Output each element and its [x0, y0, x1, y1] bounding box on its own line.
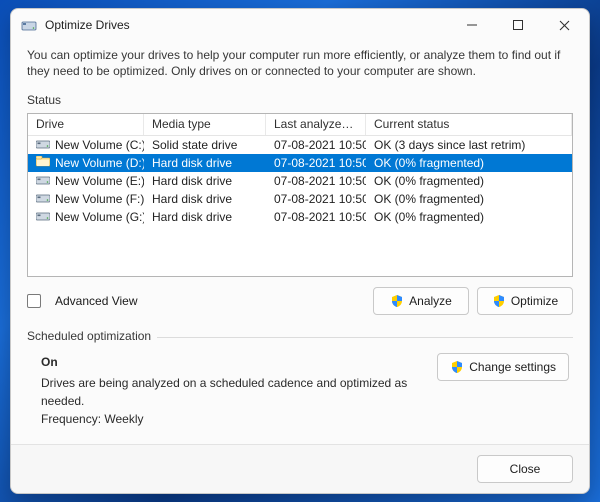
scheduled-label: Scheduled optimization: [27, 329, 157, 343]
current-status: OK (0% fragmented): [366, 210, 572, 224]
drive-name: New Volume (E:): [55, 174, 144, 188]
drive-icon: [36, 210, 55, 224]
col-header-drive[interactable]: Drive: [28, 114, 144, 135]
media-type: Hard disk drive: [144, 174, 266, 188]
last-analyzed: 07-08-2021 10:50: [266, 156, 366, 170]
drive-name: New Volume (D:): [55, 156, 144, 170]
scheduled-freq: Frequency: Weekly: [41, 410, 425, 428]
scheduled-state: On: [41, 353, 425, 371]
close-dialog-button[interactable]: Close: [477, 455, 573, 483]
drive-name: New Volume (C:): [55, 138, 144, 152]
analyze-label: Analyze: [409, 294, 452, 308]
last-analyzed: 07-08-2021 10:50: [266, 192, 366, 206]
scheduled-text: On Drives are being analyzed on a schedu…: [41, 353, 425, 428]
table-row[interactable]: New Volume (F:)Hard disk drive07-08-2021…: [28, 190, 572, 208]
shield-icon: [492, 294, 506, 308]
change-settings-button[interactable]: Change settings: [437, 353, 569, 381]
col-header-last[interactable]: Last analyzed or ...: [266, 114, 366, 135]
status-label: Status: [27, 93, 573, 107]
app-icon: [21, 17, 37, 33]
current-status: OK (0% fragmented): [366, 192, 572, 206]
drive-icon: [36, 174, 55, 188]
drive-icon: [36, 156, 55, 170]
titlebar: Optimize Drives: [11, 9, 589, 41]
col-header-media[interactable]: Media type: [144, 114, 266, 135]
drive-icon: [36, 192, 55, 206]
optimize-label: Optimize: [511, 294, 558, 308]
table-row[interactable]: New Volume (E:)Hard disk drive07-08-2021…: [28, 172, 572, 190]
media-type: Solid state drive: [144, 138, 266, 152]
current-status: OK (0% fragmented): [366, 174, 572, 188]
optimize-drives-window: Optimize Drives You can optimize your dr…: [10, 8, 590, 494]
drive-name: New Volume (G:): [55, 210, 144, 224]
last-analyzed: 07-08-2021 10:50: [266, 138, 366, 152]
close-label: Close: [510, 462, 541, 476]
intro-text: You can optimize your drives to help you…: [27, 47, 573, 79]
table-row[interactable]: New Volume (C:)Solid state drive07-08-20…: [28, 136, 572, 154]
drives-list-header: Drive Media type Last analyzed or ... Cu…: [28, 114, 572, 136]
maximize-button[interactable]: [495, 10, 541, 40]
media-type: Hard disk drive: [144, 192, 266, 206]
drive-icon: [36, 138, 55, 152]
last-analyzed: 07-08-2021 10:50: [266, 174, 366, 188]
footer: Close: [11, 444, 589, 493]
col-header-status[interactable]: Current status: [366, 114, 572, 135]
table-row[interactable]: New Volume (D:)Hard disk drive07-08-2021…: [28, 154, 572, 172]
media-type: Hard disk drive: [144, 210, 266, 224]
table-row[interactable]: New Volume (G:)Hard disk drive07-08-2021…: [28, 208, 572, 226]
drive-name: New Volume (F:): [55, 192, 144, 206]
last-analyzed: 07-08-2021 10:50: [266, 210, 366, 224]
shield-icon: [450, 360, 464, 374]
current-status: OK (3 days since last retrim): [366, 138, 572, 152]
analyze-button[interactable]: Analyze: [373, 287, 469, 315]
close-button[interactable]: [541, 10, 587, 40]
window-title: Optimize Drives: [45, 18, 130, 32]
advanced-view-label[interactable]: Advanced View: [55, 294, 138, 308]
scheduled-desc: Drives are being analyzed on a scheduled…: [41, 374, 425, 410]
current-status: OK (0% fragmented): [366, 156, 572, 170]
minimize-button[interactable]: [449, 10, 495, 40]
advanced-view-checkbox[interactable]: [27, 294, 41, 308]
media-type: Hard disk drive: [144, 156, 266, 170]
optimize-button[interactable]: Optimize: [477, 287, 573, 315]
change-settings-label: Change settings: [469, 360, 556, 374]
shield-icon: [390, 294, 404, 308]
drives-list[interactable]: Drive Media type Last analyzed or ... Cu…: [27, 113, 573, 277]
